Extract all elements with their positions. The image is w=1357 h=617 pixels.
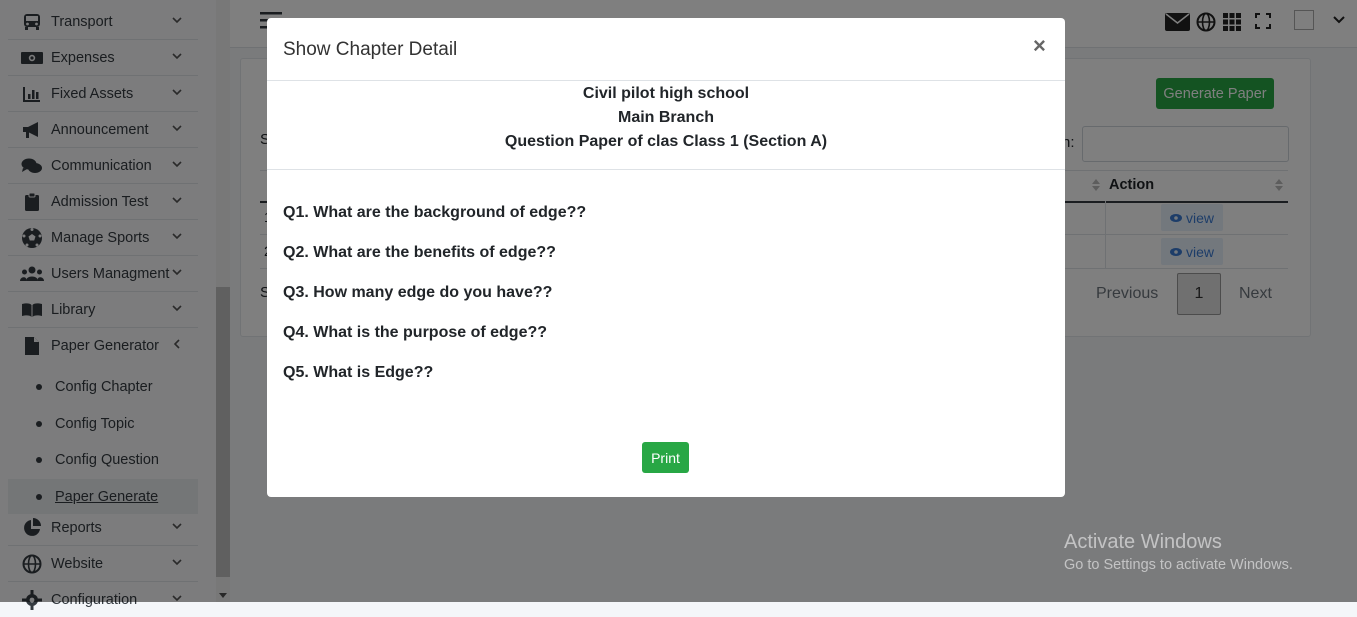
close-icon[interactable]: × (1033, 33, 1046, 59)
question-item: Q1. What are the background of edge?? (283, 204, 587, 221)
paper-heading: Civil pilot high school Main Branch Ques… (267, 81, 1065, 170)
modal-header: Show Chapter Detail × (267, 18, 1065, 81)
paper-title: Question Paper of clas Class 1 (Section … (504, 133, 828, 150)
school-name: Civil pilot high school (582, 85, 750, 102)
branch-name: Main Branch (617, 109, 714, 126)
print-button[interactable]: Print (642, 442, 689, 473)
question-item: Q4. What is the purpose of edge?? (283, 324, 548, 341)
activate-windows-subtitle: Go to Settings to activate Windows. (1064, 557, 1293, 573)
question-item: Q2. What are the benefits of edge?? (283, 244, 556, 261)
question-item: Q3. How many edge do you have?? (283, 284, 553, 301)
question-item: Q5. What is Edge?? (283, 364, 434, 381)
chapter-detail-modal: Show Chapter Detail × Civil pilot high s… (267, 18, 1065, 497)
modal-title: Show Chapter Detail (283, 39, 458, 60)
activate-windows-title: Activate Windows (1064, 531, 1222, 553)
